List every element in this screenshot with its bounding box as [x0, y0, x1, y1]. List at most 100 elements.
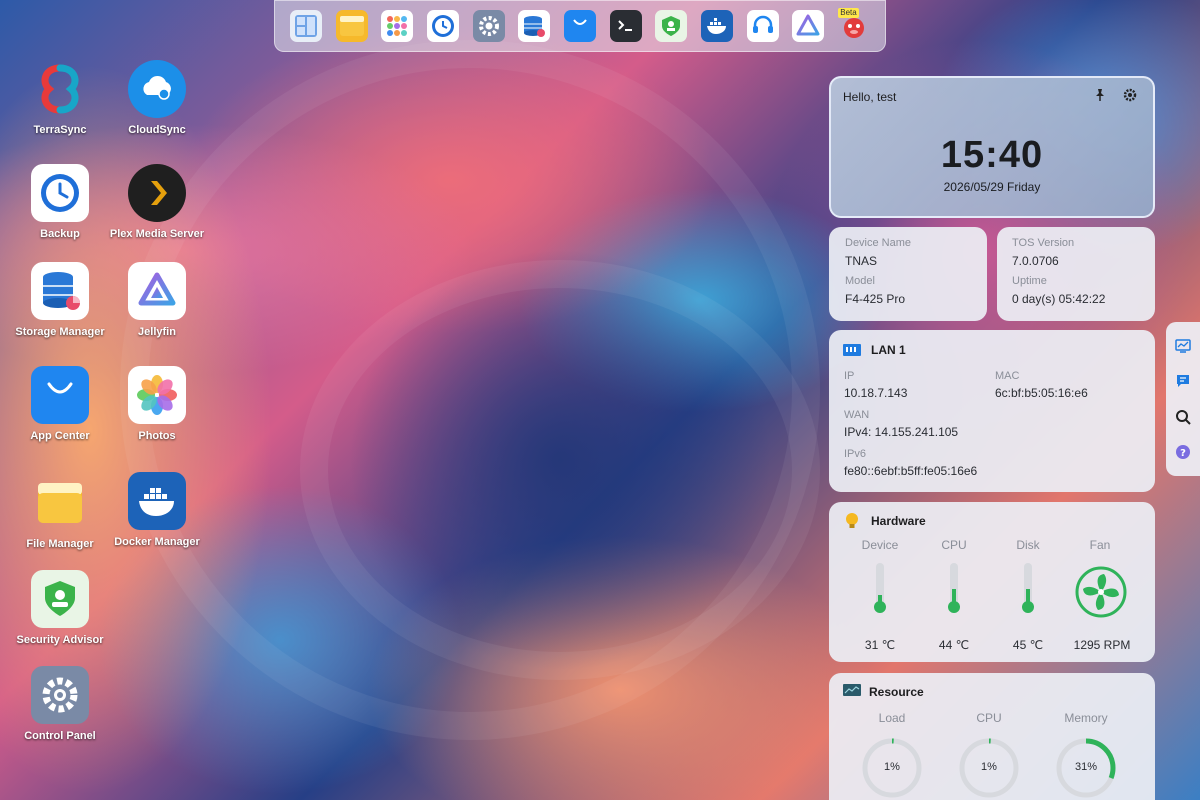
terrasync-icon [31, 60, 89, 118]
fan-label: Fan [1089, 538, 1111, 552]
disk-thermometer [1022, 563, 1034, 613]
svg-text:?: ? [1180, 448, 1186, 459]
cpu-temp-value: 44 ℃ [938, 638, 970, 652]
message-icon[interactable] [1172, 370, 1194, 392]
memory-value: 31% [1074, 761, 1098, 773]
dock-jellyfin-icon[interactable] [786, 3, 832, 49]
plex-icon [128, 164, 186, 222]
disk-temp-label: Disk [1016, 538, 1040, 552]
system-info-widget: TOS Version 7.0.0706 Uptime 0 day(s) 05:… [997, 227, 1155, 321]
app-label: File Manager [26, 538, 94, 550]
help-icon[interactable]: ? [1172, 441, 1194, 463]
app-photos[interactable]: Photos [97, 366, 217, 442]
file-manager-icon [31, 474, 89, 532]
hardware-title: Hardware [871, 514, 926, 528]
pin-icon[interactable] [1093, 88, 1109, 104]
ip-label: IP [844, 370, 855, 382]
network-icon [843, 342, 861, 361]
greeting: Hello, test [843, 90, 897, 104]
app-center-icon [31, 366, 89, 424]
load-label: Load [878, 711, 906, 725]
tos-version-label: TOS Version [1012, 237, 1075, 249]
mac-value: 6c:bf:b5:05:16:e6 [995, 386, 1088, 400]
uptime-value: 0 day(s) 05:42:22 [1012, 292, 1106, 306]
app-label: CloudSync [128, 124, 186, 136]
app-label: Backup [40, 228, 80, 240]
dock-file-manager-icon[interactable] [329, 3, 375, 49]
beta-badge: Beta [838, 8, 859, 18]
dock-docker-icon[interactable] [694, 3, 740, 49]
cpu-temp-label: CPU [941, 538, 967, 552]
device-temp-label: Device [861, 538, 899, 552]
ipv4-value: IPv4: 14.155.241.105 [844, 425, 959, 439]
ipv6-value: fe80::6ebf:b5ff:fe05:16e6 [844, 464, 978, 478]
search-icon[interactable] [1172, 406, 1194, 428]
wallpaper-swirl [120, 40, 820, 740]
dock-desktop-icon[interactable] [283, 3, 329, 49]
dock-beta-app-icon[interactable]: Beta [831, 3, 877, 49]
dock-app-center-icon[interactable] [557, 3, 603, 49]
hardware-widget: Hardware Device CPU Disk Fan 31 ℃ 44 ℃ 4… [829, 502, 1155, 662]
dock-security-advisor-icon[interactable] [649, 3, 695, 49]
clock-widget: Hello, test 15:40 2026/05/29 Friday [829, 76, 1155, 218]
app-plex[interactable]: Plex Media Server [97, 164, 217, 240]
dock-backup-icon[interactable] [420, 3, 466, 49]
fan-icon [1075, 566, 1127, 618]
device-temp-value: 31 ℃ [864, 638, 896, 652]
resource-widget: Resource Load CPU Memory 1% 1% 31% [829, 673, 1155, 800]
device-name-label: Device Name [845, 237, 912, 249]
app-label: Plex Media Server [109, 228, 205, 240]
app-label: TerraSync [33, 124, 87, 136]
app-jellyfin[interactable]: Jellyfin [97, 262, 217, 338]
device-info-widget: Device Name TNAS Model F4-425 Pro [829, 227, 987, 321]
clock-time: 15:40 [940, 134, 1044, 176]
wan-label: WAN [844, 409, 870, 421]
docker-manager-icon [128, 472, 186, 530]
model-label: Model [845, 275, 875, 287]
side-toolbar: ? [1166, 322, 1200, 476]
security-advisor-icon [31, 570, 89, 628]
clock-date: 2026/05/29 Friday [943, 180, 1041, 194]
app-cloudsync[interactable]: CloudSync [97, 60, 217, 136]
dock-control-panel-icon[interactable] [466, 3, 512, 49]
model-value: F4-425 Pro [845, 292, 906, 306]
resource-title: Resource [869, 685, 924, 699]
monitor-icon [843, 684, 861, 703]
control-panel-icon [31, 666, 89, 724]
disk-temp-value: 45 ℃ [1012, 638, 1044, 652]
resource-monitor-icon[interactable] [1172, 335, 1194, 357]
app-label: Docker Manager [114, 536, 200, 548]
dock-support-icon[interactable] [740, 3, 786, 49]
dock-terminal-icon[interactable] [603, 3, 649, 49]
app-label: App Center [30, 430, 90, 442]
cpu-usage-value: 1% [981, 761, 997, 773]
backup-icon [31, 164, 89, 222]
cloudsync-icon [128, 60, 186, 118]
device-name-value: TNAS [845, 254, 878, 268]
wallpaper-swirl [300, 260, 820, 680]
app-security-advisor[interactable]: Security Advisor [0, 570, 120, 646]
lan-title: LAN 1 [871, 343, 906, 357]
app-control-panel[interactable]: Control Panel [0, 666, 120, 742]
load-value: 1% [884, 761, 900, 773]
jellyfin-icon [128, 262, 186, 320]
app-label: Jellyfin [138, 326, 176, 338]
settings-gear-icon[interactable] [1123, 88, 1139, 104]
memory-label: Memory [1064, 711, 1108, 725]
cpu-thermometer [948, 563, 960, 613]
fan-speed-value: 1295 RPM [1073, 638, 1131, 652]
app-docker-manager[interactable]: Docker Manager [97, 472, 217, 548]
app-label: Photos [138, 430, 176, 442]
dock-storage-manager-icon[interactable] [511, 3, 557, 49]
ipv6-label: IPv6 [844, 448, 867, 460]
tos-version-value: 7.0.0706 [1012, 254, 1059, 268]
mac-label: MAC [995, 370, 1020, 382]
device-thermometer [874, 563, 886, 613]
dock-app-launcher-icon[interactable] [374, 3, 420, 49]
photos-icon [128, 366, 186, 424]
storage-manager-icon [31, 262, 89, 320]
cpu-usage-label: CPU [976, 711, 1002, 725]
uptime-label: Uptime [1012, 275, 1047, 287]
ip-value: 10.18.7.143 [844, 386, 908, 400]
app-label: Control Panel [24, 730, 96, 742]
